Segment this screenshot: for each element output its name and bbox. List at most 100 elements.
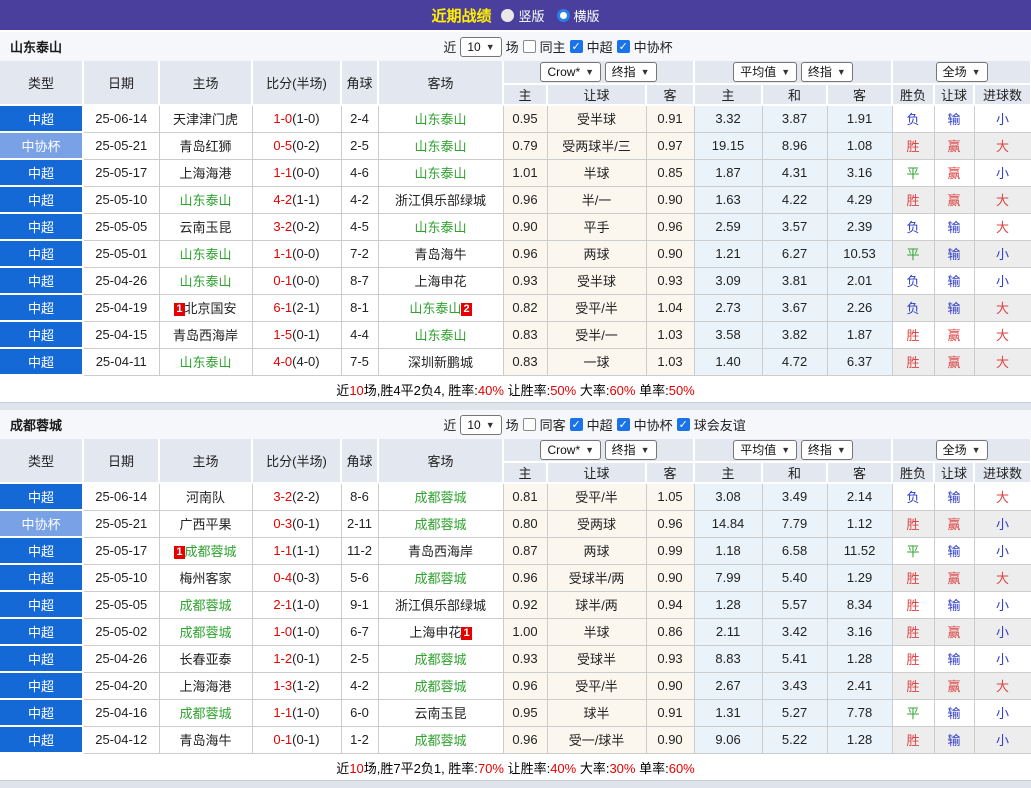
- odds-home: 0.82: [503, 294, 548, 322]
- summary-part: 40%: [477, 382, 504, 398]
- summary-part: 场,胜4平2负4, 胜率:: [363, 382, 478, 398]
- odds-source-select[interactable]: 平均值 ▼: [733, 62, 798, 82]
- avg-draw: 4.31: [762, 159, 828, 187]
- league-badge: 中超: [0, 186, 84, 214]
- league-badge: 中超: [0, 645, 84, 673]
- odds-away: 0.90: [646, 186, 695, 214]
- match-row: 中超 25-05-05 成都蓉城 2-1(1-0) 9-1 浙江俱乐部绿城 0.92 球半/两…: [0, 591, 1031, 619]
- checkbox[interactable]: ✓: [616, 40, 630, 53]
- sub-col-header: 客: [827, 84, 894, 106]
- col-header: 主场: [159, 61, 253, 106]
- odds-away: 1.03: [646, 348, 695, 376]
- league-badge: 中超: [0, 321, 84, 349]
- home-team: 青岛西海岸: [159, 321, 253, 349]
- title-bar: 近期战绩 竖版 横版: [0, 0, 1031, 32]
- odds-source-select[interactable]: 终指 ▼: [800, 440, 853, 460]
- col-header: 类型: [0, 439, 84, 484]
- final-score: 0-4: [273, 570, 293, 585]
- league-badge: 中超: [0, 294, 84, 322]
- checkbox[interactable]: ✓: [569, 40, 583, 53]
- home-team-name: 山东泰山: [179, 193, 232, 208]
- radio-horizontal-icon[interactable]: [556, 8, 570, 22]
- away-team: 山东泰山: [378, 159, 504, 187]
- team-section: 山东泰山近 10 ▼ 场同主 ✓ 中超 ✓ 中协杯 类型 日期 主场 比分(半场) 角球 客场 Crow* ▼…: [0, 32, 1031, 403]
- score-cell: 1-5(0-1): [252, 321, 342, 349]
- col-header: 客场: [378, 439, 504, 484]
- corners: 4-4: [341, 321, 379, 349]
- away-team: 成都蓉城: [378, 645, 504, 673]
- result-handicap: 赢: [934, 564, 975, 592]
- odds-away: 1.03: [646, 321, 695, 349]
- radio-vertical-icon[interactable]: [501, 8, 515, 22]
- match-row: 中超 25-04-15 青岛西海岸 1-5(0-1) 4-4 山东泰山 0.83 受半/一 1.…: [0, 321, 1031, 349]
- away-team: 成都蓉城: [378, 726, 504, 754]
- sub-col-header: 进球数: [974, 462, 1031, 484]
- odds-source-select[interactable]: 平均值 ▼: [733, 440, 798, 460]
- checkbox[interactable]: ✓: [616, 418, 630, 431]
- sub-col-header: 主: [694, 462, 764, 484]
- corners: 2-5: [341, 645, 379, 673]
- odds-home: 0.96: [503, 240, 548, 268]
- avg-home: 1.87: [694, 159, 763, 187]
- chevron-down-icon: ▼: [971, 67, 981, 77]
- odds-source-select[interactable]: 全场 ▼: [935, 62, 988, 82]
- checkbox[interactable]: ✓: [676, 418, 690, 431]
- match-row: 中超 25-05-05 云南玉昆 3-2(0-2) 4-5 山东泰山 0.90 平手 0.96 2…: [0, 213, 1031, 241]
- odds-group-header: Crow* ▼ 终指 ▼: [503, 61, 696, 85]
- result-handicap: 输: [934, 645, 975, 673]
- sub-col-header: 和: [762, 84, 829, 106]
- final-score: 1-1: [273, 165, 293, 180]
- checkbox[interactable]: ✓: [569, 418, 583, 431]
- avg-away: 6.37: [827, 348, 893, 376]
- odds-away: 1.05: [646, 483, 695, 511]
- checkbox[interactable]: [522, 40, 536, 53]
- checkbox[interactable]: [522, 418, 536, 431]
- match-count-select[interactable]: 10 ▼: [460, 36, 502, 57]
- match-row: 中超 25-04-12 青岛海牛 0-1(0-1) 1-2 成都蓉城 0.96 受一/球半 0.…: [0, 726, 1031, 754]
- league-badge: 中超: [0, 672, 84, 700]
- col-header: 比分(半场): [252, 61, 342, 106]
- home-team: 成都蓉城: [159, 699, 253, 727]
- col-header: 客场: [378, 61, 504, 106]
- odds-source-select[interactable]: 终指 ▼: [800, 62, 853, 82]
- odds-source-select[interactable]: 终指 ▼: [604, 62, 657, 82]
- avg-draw: 3.81: [762, 267, 828, 295]
- result-goals: 小: [974, 105, 1031, 133]
- result-outcome: 平: [892, 159, 935, 187]
- home-team-name: 成都蓉城: [184, 544, 237, 559]
- sub-col-header: 客: [827, 462, 894, 484]
- layout-radio-group: 竖版 横版: [501, 6, 600, 25]
- avg-away: 2.26: [827, 294, 893, 322]
- odds-source-select[interactable]: 终指 ▼: [604, 440, 657, 460]
- result-handicap: 赢: [934, 672, 975, 700]
- layout-radio-item: 横版: [556, 6, 600, 25]
- home-team-name: 青岛红狮: [179, 139, 232, 154]
- team-section: 成都蓉城近 10 ▼ 场同客 ✓ 中超 ✓ 中协杯 ✓ 球会友谊 类型 日期 主场 比分(半场) 角球 客场 C…: [0, 410, 1031, 781]
- match-date: 25-06-14: [83, 483, 160, 511]
- half-score: (0-1): [292, 651, 320, 666]
- odds-source-select[interactable]: Crow* ▼: [540, 440, 602, 460]
- odds-source-select[interactable]: Crow* ▼: [540, 62, 602, 82]
- result-outcome: 负: [892, 483, 935, 511]
- away-team-name: 成都蓉城: [414, 571, 467, 586]
- corners: 8-6: [341, 483, 379, 511]
- odds-home: 0.96: [503, 672, 548, 700]
- sub-col-header: 客: [646, 462, 696, 484]
- odds-away: 0.91: [646, 699, 695, 727]
- half-score: (1-0): [292, 111, 320, 127]
- match-count-select[interactable]: 10 ▼: [460, 414, 502, 435]
- score-cell: 1-0(1-0): [252, 618, 342, 646]
- result-handicap: 输: [934, 294, 975, 322]
- games-label: 场: [505, 40, 519, 55]
- result-handicap: 赢: [934, 186, 975, 214]
- odds-home: 0.81: [503, 483, 548, 511]
- away-team: 山东泰山: [378, 321, 504, 349]
- odds-home: 0.93: [503, 267, 548, 295]
- odds-source-select[interactable]: 全场 ▼: [935, 440, 988, 460]
- home-team-name: 广西平果: [179, 517, 232, 532]
- summary-part: 单率:: [635, 382, 669, 398]
- result-outcome: 胜: [892, 132, 935, 160]
- away-team-name: 成都蓉城: [414, 490, 467, 506]
- away-team: 深圳新鹏城: [378, 348, 504, 376]
- handicap-line: 平手: [547, 213, 647, 241]
